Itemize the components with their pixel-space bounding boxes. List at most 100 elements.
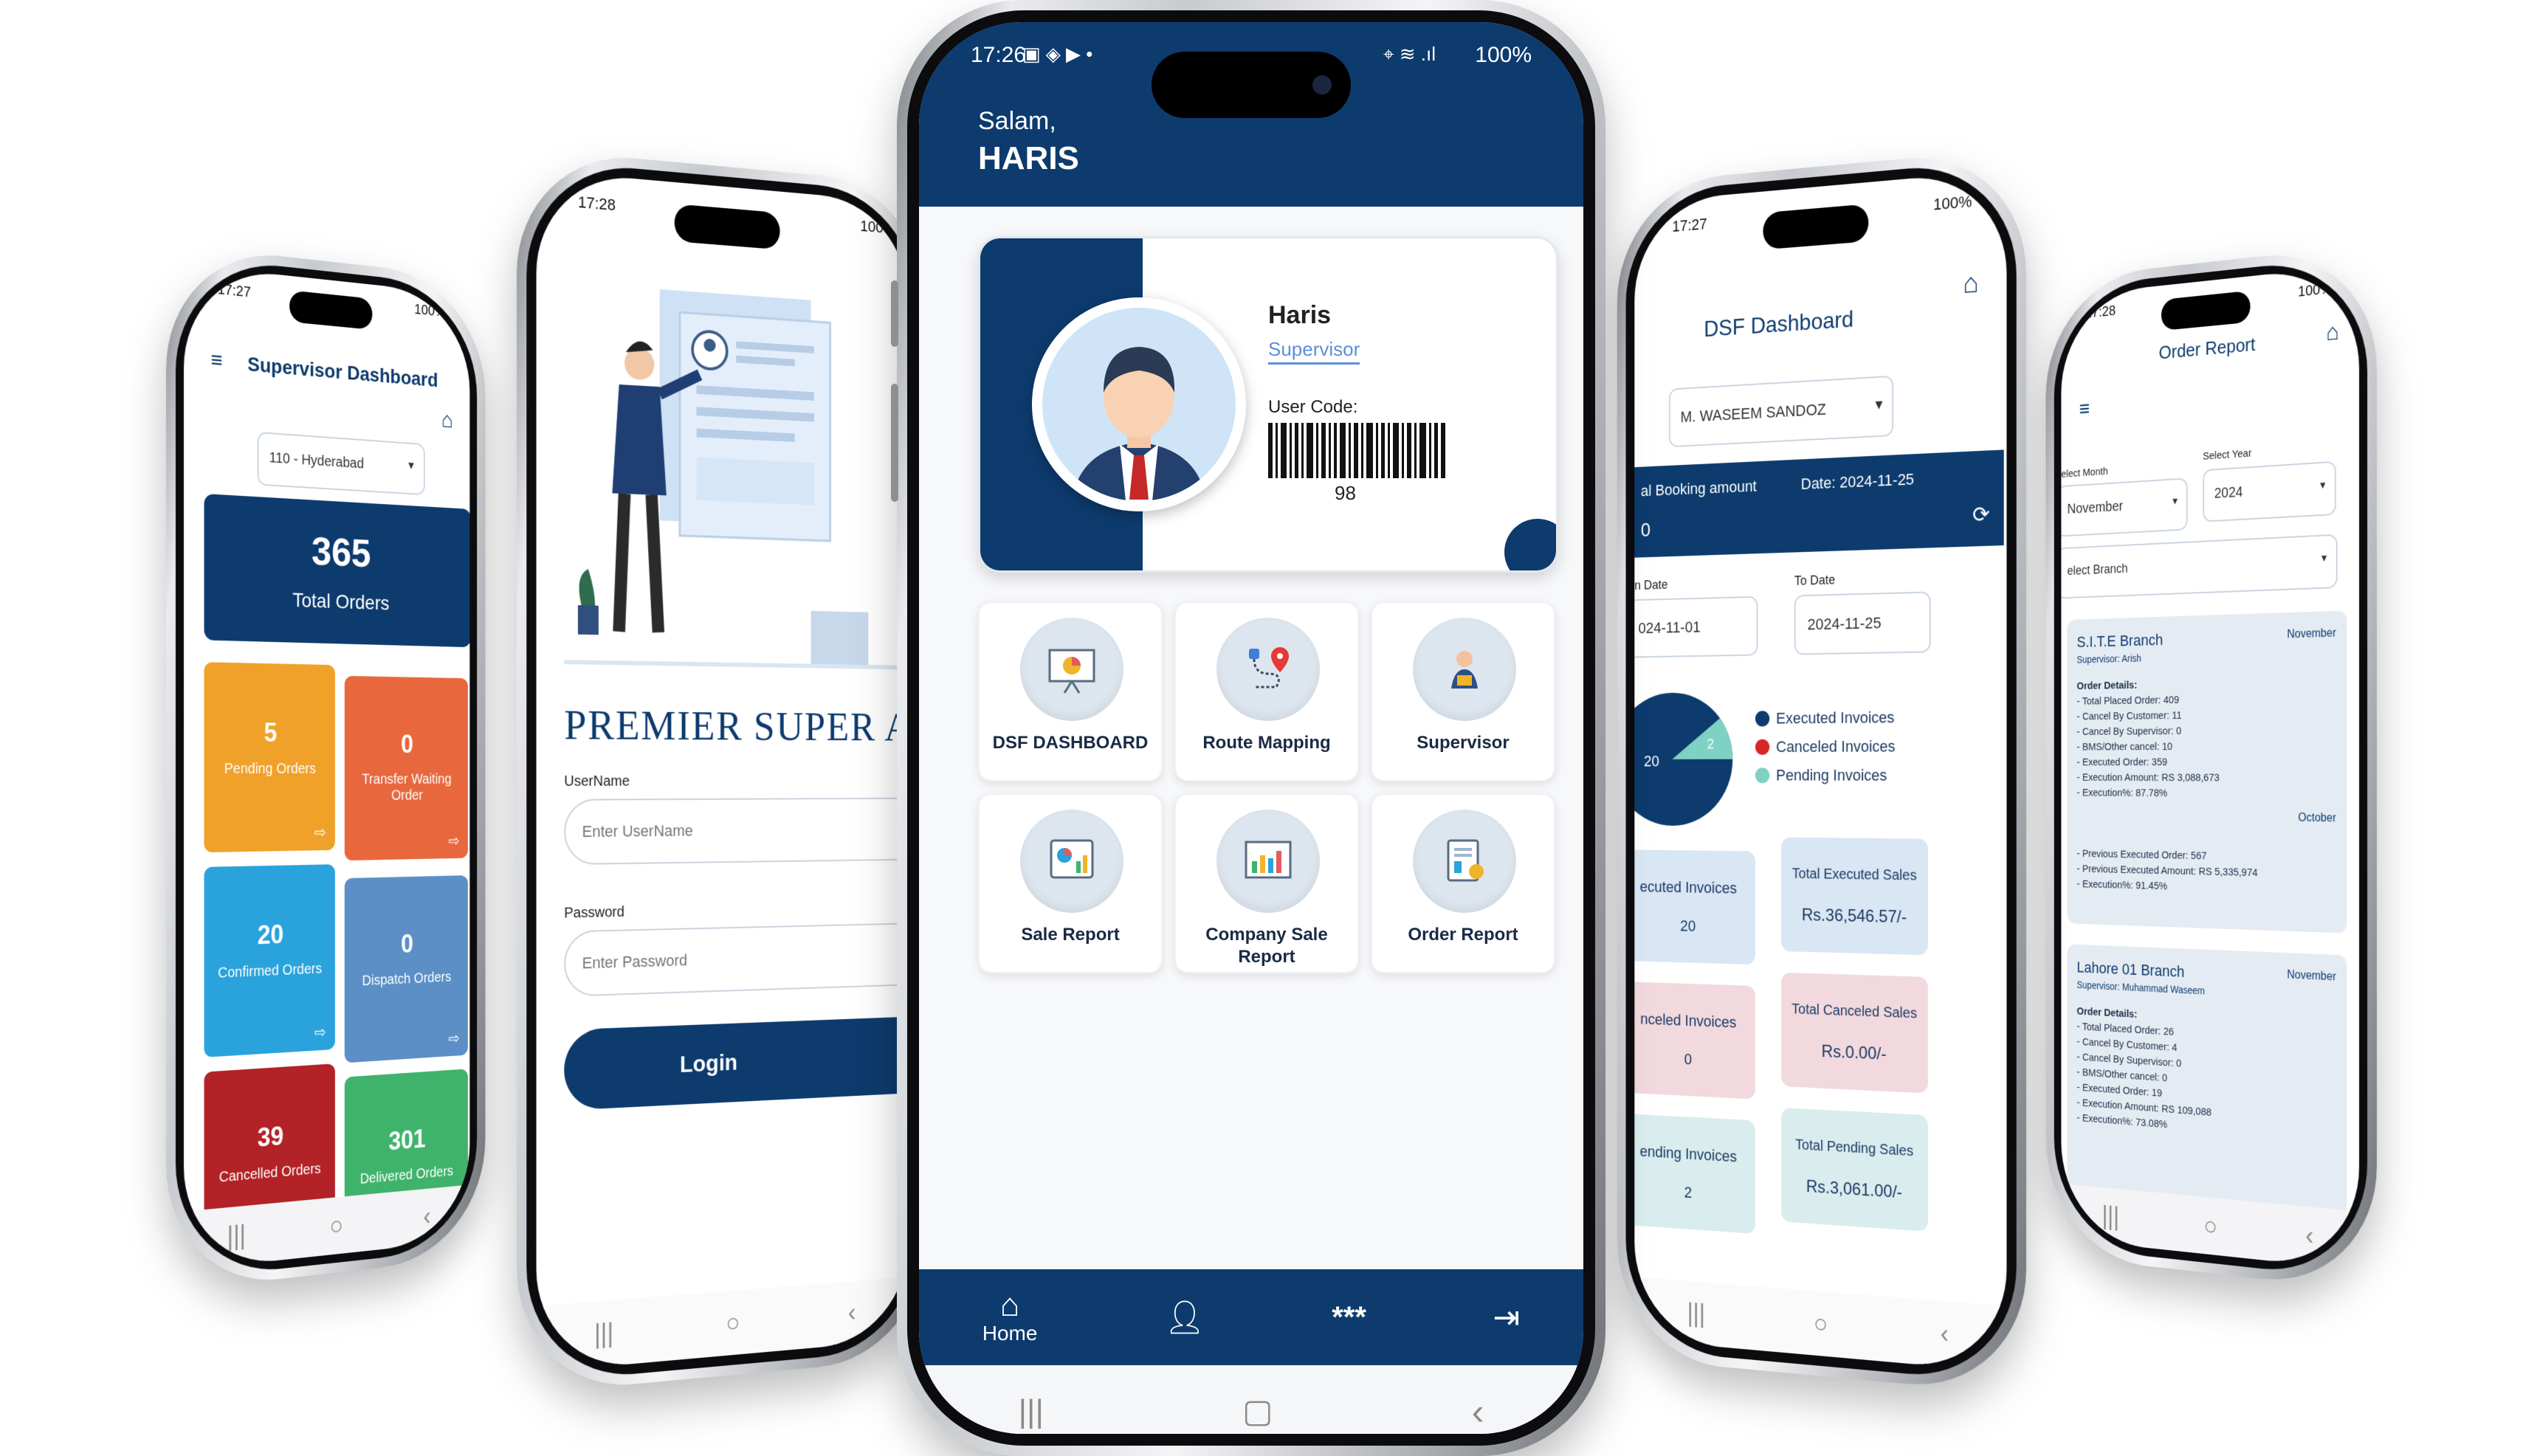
phone-login: 17:28 100 PREMIER SUPER AI UserName Ente… — [517, 148, 926, 1395]
bar-chart-icon — [1216, 810, 1320, 913]
invoice-count-card[interactable]: ending Invoices 2 — [1634, 1114, 1755, 1234]
sales-amount-card[interactable]: Total Executed Sales Rs.36,546.57/- — [1781, 838, 1928, 956]
order-status-tile[interactable]: 0 Transfer Waiting Order ⇨ — [345, 676, 468, 860]
home-circle-icon[interactable]: ▢ — [1242, 1393, 1273, 1430]
booking-value: 0 — [1641, 519, 1651, 542]
back-icon[interactable]: ‹ — [1472, 1390, 1484, 1433]
detail-line: - Executed Order: 19 — [2076, 1081, 2161, 1099]
legend-item: Pending Invoices — [1755, 766, 1896, 785]
legend-swatch — [1755, 711, 1769, 726]
back-icon[interactable]: ‹ — [424, 1201, 431, 1232]
detail-line: - Cancel By Supervisor: 0 — [2076, 725, 2181, 737]
recent-apps-icon[interactable]: ||| — [2102, 1201, 2119, 1232]
prev-detail-line: - Previous Executed Amount: RS 5,335,974 — [2076, 863, 2257, 879]
legend-label: Pending Invoices — [1776, 766, 1887, 784]
branch-select[interactable]: elect Branch ▾ — [2061, 534, 2337, 599]
home-circle-icon[interactable]: ○ — [2203, 1210, 2217, 1241]
recent-apps-icon[interactable]: ||| — [227, 1220, 246, 1252]
month-select[interactable]: November ▾ — [2061, 477, 2187, 536]
invoice-count-card[interactable]: nceled Invoices 0 — [1634, 981, 1755, 1100]
sales-report-icon — [1020, 810, 1123, 913]
nav-profile[interactable]: 👤︎ — [1164, 1298, 1205, 1336]
home-icon[interactable]: ⌂ — [2326, 318, 2339, 346]
back-icon[interactable]: ‹ — [848, 1298, 856, 1328]
recent-apps-icon[interactable]: ||| — [1019, 1393, 1044, 1430]
nav-logout[interactable]: ⇥ — [1493, 1299, 1520, 1336]
password-input[interactable] — [564, 922, 908, 997]
order-status-tile[interactable]: 5 Pending Orders ⇨ — [204, 662, 335, 852]
status-time: 17:27 — [1672, 215, 1707, 236]
salesman-select[interactable]: M. WASEEM SANDOZ ▾ — [1669, 376, 1893, 448]
status-signal-icons: ⌖ ≋ .ıl — [1383, 43, 1436, 66]
invoice-count-card[interactable]: ecuted Invoices 20 — [1634, 849, 1755, 965]
menu-route-mapping-label: Route Mapping — [1183, 732, 1350, 754]
order-status-tile[interactable]: 20 Confirmed Orders ⇨ — [204, 864, 335, 1058]
sales-amount-card[interactable]: Total Canceled Sales Rs.0.00/- — [1781, 973, 1928, 1094]
prev-detail-line: - Execution%: 91.45% — [2076, 878, 2167, 892]
sales-amount-card[interactable]: Total Pending Sales Rs.3,061.00/- — [1781, 1108, 1928, 1232]
tile-label: Pending Orders — [211, 761, 329, 778]
booking-date: Date: 2024-11-25 — [1801, 470, 1914, 494]
card-label: nceled Invoices — [1634, 1010, 1755, 1033]
total-orders-label: Total Orders — [204, 585, 470, 618]
branch-name: S.I.T.E Branch — [2076, 631, 2163, 652]
home-icon[interactable]: ⌂ — [441, 407, 453, 433]
recent-apps-icon[interactable]: ||| — [1687, 1298, 1705, 1329]
branch-report-card[interactable]: S.I.T.E Branch Supervisor: Arish Novembe… — [2067, 610, 2347, 933]
username-input[interactable] — [564, 798, 908, 866]
to-date-value: 2024-11-25 — [1808, 614, 1882, 635]
home-icon[interactable]: ⌂ — [1963, 268, 1978, 300]
year-select[interactable]: 2024 ▾ — [2203, 461, 2336, 522]
menu-icon[interactable]: ≡ — [211, 348, 223, 373]
home-circle-icon[interactable]: ○ — [726, 1307, 740, 1338]
booking-label: al Booking amount — [1641, 477, 1757, 500]
greeting: Salam, — [978, 107, 1056, 136]
nav-home[interactable]: ⌂ Home — [982, 1289, 1038, 1345]
details-title: Order Details: — [2076, 679, 2137, 692]
tile-label: Transfer Waiting Order — [351, 772, 461, 804]
nav-change-password[interactable]: *** — [1332, 1301, 1366, 1334]
menu-company-sale-report-label: Company Sale Report — [1183, 924, 1350, 968]
to-date-input[interactable]: 2024-11-25 — [1794, 591, 1931, 655]
status-notification-icons: ▣ ◈ ▶ • — [1022, 43, 1092, 66]
recent-apps-icon[interactable]: ||| — [594, 1317, 613, 1350]
home-circle-icon[interactable]: ○ — [1814, 1308, 1828, 1339]
branch-report-card[interactable]: Lahore 01 Branch Supervisor: Muhammad Wa… — [2067, 944, 2347, 1219]
card-value: 0 — [1634, 1047, 1755, 1072]
branch-select[interactable]: 110 - Hyderabad ▾ — [258, 432, 425, 495]
user-code-value: 98 — [1335, 482, 1356, 505]
login-button[interactable]: Login — [564, 1015, 908, 1111]
status-time: 17:26 — [971, 43, 1026, 68]
status-battery: 100% — [1933, 192, 1972, 214]
tile-value: 0 — [345, 927, 468, 961]
profile-card: Haris Supervisor User Code: 98 — [978, 236, 1558, 573]
refresh-icon[interactable]: ⟳ — [1972, 502, 1990, 528]
detail-line: - Execution%: 87.78% — [2076, 787, 2167, 799]
menu-order-report[interactable]: Order Report — [1371, 793, 1555, 973]
chevron-down-icon: ▾ — [2322, 551, 2327, 565]
detail-line: - BMS/Other cancel: 0 — [2076, 1066, 2167, 1084]
detail-line: - Executed Order: 359 — [2076, 756, 2167, 768]
total-orders-card[interactable]: 365 Total Orders — [204, 494, 470, 647]
back-icon[interactable]: ‹ — [1941, 1319, 1949, 1350]
home-menu-grid: DSF DASHBOARD Route Mapping Supervisor S… — [978, 601, 1554, 973]
screen-title: Supervisor Dashboard — [247, 353, 438, 392]
phone-order-report: 17:28 100% Order Report ⌂ ≡ elect Month … — [2045, 244, 2377, 1291]
legend-label: Executed Invoices — [1776, 708, 1894, 728]
menu-sale-report[interactable]: Sale Report — [978, 793, 1163, 973]
tile-label: Cancelled Orders — [211, 1160, 329, 1187]
from-date-input[interactable]: 024-11-01 — [1634, 596, 1758, 658]
order-status-tile[interactable]: 0 Dispatch Orders ⇨ — [345, 875, 468, 1063]
menu-dsf-dashboard-label: DSF DASHBOARD — [987, 732, 1154, 754]
back-icon[interactable]: ‹ — [2305, 1221, 2313, 1252]
menu-icon[interactable]: ≡ — [2079, 397, 2090, 421]
menu-order-report-label: Order Report — [1380, 924, 1546, 946]
login-illustration — [564, 261, 906, 676]
to-date-label: To Date — [1794, 573, 1835, 589]
menu-supervisor[interactable]: Supervisor — [1371, 601, 1555, 782]
menu-company-sale-report[interactable]: Company Sale Report — [1174, 793, 1359, 973]
arrow-right-icon: ⇨ — [448, 832, 459, 850]
menu-dsf-dashboard[interactable]: DSF DASHBOARD — [978, 601, 1163, 782]
menu-route-mapping[interactable]: Route Mapping — [1174, 601, 1359, 782]
home-circle-icon[interactable]: ○ — [329, 1210, 343, 1241]
